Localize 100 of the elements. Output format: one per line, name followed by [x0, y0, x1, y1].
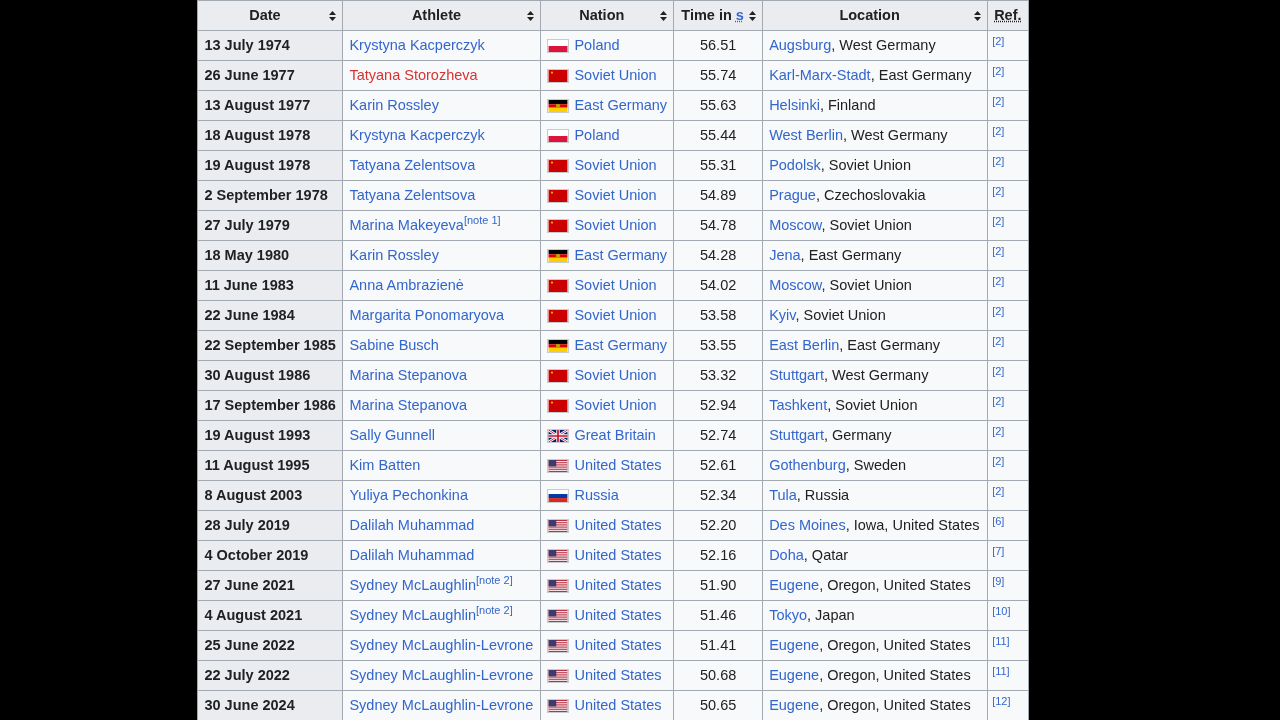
ref-link[interactable]: [7] [992, 544, 1005, 557]
location-link[interactable]: Moscow [769, 216, 822, 233]
location-link[interactable]: Helsinki [769, 96, 820, 113]
location-text: , East Germany [870, 66, 972, 83]
location-text: , Iowa, United States [845, 516, 980, 533]
ref-link[interactable]: [2] [992, 364, 1005, 377]
location-link[interactable]: Karl-Marx-Stadt [769, 66, 871, 83]
location-link[interactable]: Stuttgart [769, 366, 824, 383]
time-cell: 54.89 [673, 180, 763, 211]
flag-icon [547, 458, 570, 473]
note-link[interactable]: [note 2] [476, 604, 513, 617]
time-cell: 52.16 [673, 540, 763, 571]
ref-link[interactable]: [2] [992, 394, 1005, 407]
location-text: , Qatar [803, 546, 849, 563]
flag-icon [547, 428, 570, 443]
location-link[interactable]: Moscow [769, 276, 822, 293]
ref-link[interactable]: [2] [992, 454, 1005, 467]
location-link[interactable]: Tula [769, 486, 797, 503]
ref-link[interactable]: [2] [992, 304, 1005, 317]
location-link[interactable]: Kyiv [769, 306, 796, 323]
ref-link[interactable]: [9] [992, 574, 1005, 587]
ref-link[interactable]: [6] [992, 514, 1005, 527]
flag-icon [547, 668, 570, 683]
flag-icon [547, 248, 570, 263]
time-cell: 51.90 [673, 570, 763, 601]
location-link[interactable]: Eugene [769, 636, 820, 653]
ref-link[interactable]: [2] [992, 214, 1005, 227]
sort-icon[interactable] [974, 10, 982, 21]
time-cell: 52.20 [673, 510, 763, 541]
ref-link[interactable]: [2] [992, 274, 1005, 287]
date-cell: 19 August 1978 [197, 150, 343, 181]
note-link[interactable]: [note 1] [463, 214, 501, 227]
location-link[interactable]: Eugene [769, 576, 820, 593]
date-cell: 19 August 1993 [197, 420, 343, 451]
ref-link[interactable]: [2] [992, 154, 1005, 167]
location-link[interactable]: Doha [769, 546, 804, 563]
column-header[interactable]: Nation [540, 0, 674, 31]
sort-icon[interactable] [329, 10, 337, 21]
note-link[interactable]: [note 2] [476, 574, 513, 587]
location-text: , Germany [823, 426, 892, 443]
location-link[interactable]: West Berlin [769, 126, 843, 143]
ref-link[interactable]: [12] [992, 694, 1011, 707]
time-cell: 55.31 [673, 150, 763, 181]
date-cell: 4 October 2019 [197, 540, 343, 571]
ref-link[interactable]: [2] [992, 184, 1005, 197]
date-cell: 13 July 1974 [197, 30, 343, 61]
date-cell: 26 June 1977 [197, 60, 343, 91]
flag-icon [547, 548, 570, 563]
time-cell: 52.34 [673, 480, 763, 511]
ref-link[interactable]: [2] [992, 64, 1005, 77]
date-cell: 28 July 2019 [197, 510, 343, 541]
location-text: , Oregon, United States [819, 666, 971, 683]
column-header[interactable]: Athlete [342, 0, 541, 31]
athlete-link[interactable]: Sydney McLaughlin [349, 576, 476, 593]
column-header[interactable]: Time in s [673, 0, 763, 31]
location-link[interactable]: Tokyo [769, 606, 807, 623]
athlete-link[interactable]: Kim Batten [349, 456, 421, 473]
ref-link[interactable]: [2] [992, 34, 1005, 47]
sort-icon[interactable] [527, 10, 535, 21]
column-header[interactable]: Ref. [987, 0, 1029, 31]
ref-link[interactable]: [2] [992, 244, 1005, 257]
ref-link[interactable]: [2] [992, 94, 1005, 107]
ref-link[interactable]: [11] [992, 634, 1010, 647]
athlete-link[interactable]: Marina Makeyeva [349, 216, 464, 233]
location-link[interactable]: Eugene [769, 696, 820, 713]
ref-link[interactable]: [11] [992, 664, 1010, 677]
date-cell: 22 July 2022 [197, 660, 343, 691]
flag-icon [547, 338, 570, 353]
time-cell: 50.68 [673, 660, 763, 691]
location-text: , West Germany [823, 366, 929, 383]
column-header[interactable]: Location [762, 0, 988, 31]
location-text: , Oregon, United States [819, 636, 971, 653]
time-cell: 56.51 [673, 30, 763, 61]
location-text: , Japan [807, 606, 855, 623]
location-link[interactable]: Podolsk [769, 156, 821, 173]
sort-icon[interactable] [660, 10, 668, 21]
location-link[interactable]: Prague [769, 186, 816, 203]
ref-link[interactable]: [2] [992, 484, 1005, 497]
date-cell: 22 June 1984 [197, 300, 343, 331]
location-link[interactable]: Des Moines [769, 516, 846, 533]
date-cell: 4 August 2021 [197, 600, 343, 631]
ref-link[interactable]: [2] [992, 334, 1005, 347]
location-link[interactable]: Gothenburg [769, 456, 846, 473]
sort-icon[interactable] [749, 10, 757, 21]
time-cell: 55.44 [673, 120, 763, 151]
ref-link[interactable]: [2] [992, 124, 1005, 137]
date-cell: 27 June 2021 [197, 570, 343, 601]
ref-link[interactable]: [2] [992, 424, 1005, 437]
athlete-link[interactable]: Sydney McLaughlin [349, 606, 476, 623]
location-link[interactable]: Jena [769, 246, 801, 263]
time-cell: 52.61 [673, 450, 763, 481]
column-header[interactable]: Date [197, 0, 343, 31]
ref-link[interactable]: [10] [992, 604, 1011, 617]
flag-icon [547, 698, 570, 713]
location-link[interactable]: Eugene [769, 666, 820, 683]
date-cell: 11 June 1983 [197, 270, 343, 301]
location-link[interactable]: Stuttgart [769, 426, 824, 443]
location-text: , Soviet Union [795, 306, 886, 323]
time-cell: 50.65 [673, 690, 763, 720]
date-cell: 11 August 1995 [197, 450, 343, 481]
